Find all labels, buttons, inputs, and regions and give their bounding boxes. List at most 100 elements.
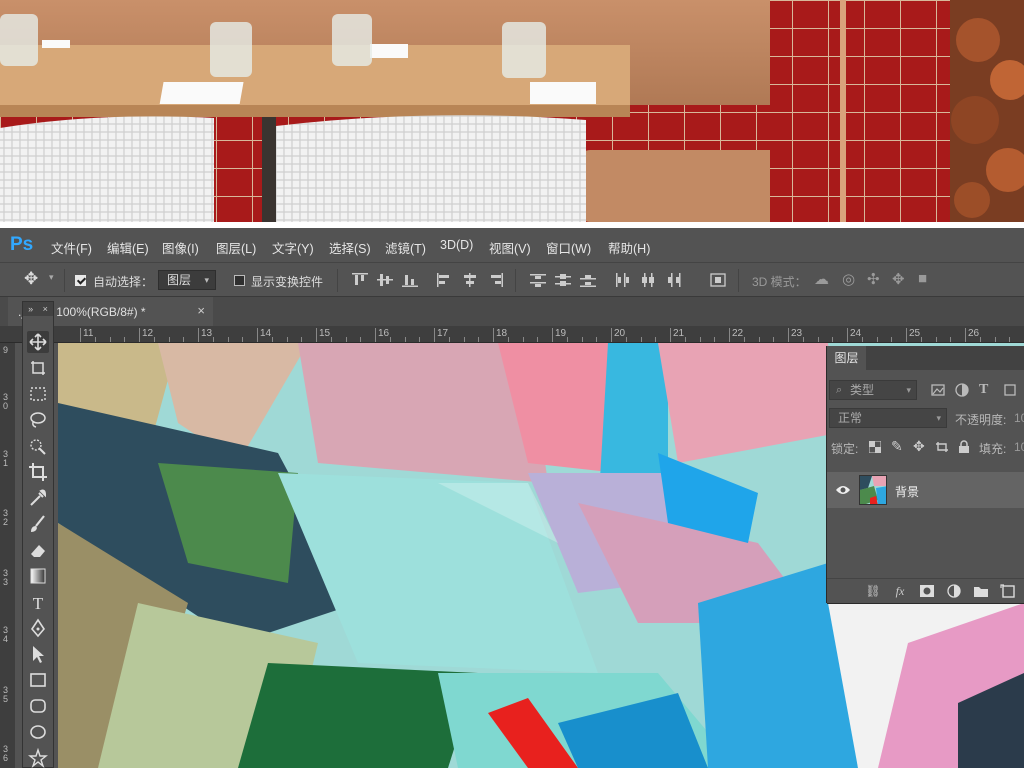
- menu-edit[interactable]: 编辑(E): [107, 238, 149, 257]
- ruler-tick: [183, 337, 185, 342]
- crop-tool-icon[interactable]: [27, 461, 49, 483]
- rectangle-tool-icon[interactable]: [27, 669, 49, 691]
- layer-name[interactable]: 背景: [895, 483, 919, 500]
- auto-align-icon[interactable]: [710, 273, 726, 287]
- restaurant-photo: [0, 0, 1024, 222]
- ruler-tick: [330, 337, 332, 342]
- show-transform-label[interactable]: 显示变换控件: [251, 273, 323, 290]
- ruler-tick: [729, 328, 730, 342]
- menu-window[interactable]: 窗口(W): [546, 238, 591, 257]
- rounded-rectangle-tool-icon[interactable]: [27, 695, 49, 717]
- add-mask-icon[interactable]: [919, 584, 935, 598]
- eraser-tool-icon[interactable]: [27, 539, 49, 561]
- 3d-pan-icon[interactable]: ✣: [867, 270, 880, 288]
- 3d-scale-icon[interactable]: ■: [918, 270, 927, 287]
- fill-value[interactable]: 10: [1014, 440, 1024, 454]
- blend-mode-dropdown[interactable]: 正常 ▾: [829, 408, 947, 428]
- eyedropper-tool-icon[interactable]: [27, 487, 49, 509]
- ruler-tick: [596, 337, 598, 342]
- menu-image[interactable]: 图像(I): [162, 238, 199, 257]
- ruler-tick: [699, 337, 701, 342]
- distribute-right-icon[interactable]: [665, 273, 681, 287]
- align-top-icon[interactable]: [352, 273, 368, 287]
- lock-label: 锁定:: [831, 442, 859, 456]
- distribute-vcenter-icon[interactable]: [555, 273, 571, 287]
- lock-transparent-icon[interactable]: [869, 441, 881, 453]
- ruler-tick: [375, 328, 376, 342]
- ruler-tick: [109, 337, 111, 342]
- distribute-hcenter-icon[interactable]: [640, 273, 656, 287]
- menu-file[interactable]: 文件(F): [51, 238, 92, 257]
- adjustment-layer-icon[interactable]: [946, 584, 962, 598]
- artboard-tool-icon[interactable]: [27, 357, 49, 379]
- auto-select-checkbox[interactable]: [75, 275, 86, 286]
- ruler-tick: [861, 337, 863, 342]
- lock-all-icon[interactable]: [958, 440, 970, 453]
- align-bottom-icon[interactable]: [402, 273, 418, 287]
- menu-type[interactable]: 文字(Y): [272, 238, 314, 257]
- collapse-icon[interactable]: »: [28, 304, 33, 314]
- layer-row[interactable]: 背景: [827, 472, 1024, 508]
- ruler-label: 3 3: [3, 568, 9, 587]
- 3d-slide-icon[interactable]: ✥: [892, 270, 905, 288]
- 3d-roll-icon[interactable]: ◎: [842, 270, 855, 288]
- lasso-tool-icon[interactable]: [27, 409, 49, 431]
- menu-select[interactable]: 选择(S): [329, 238, 371, 257]
- pen-tool-icon[interactable]: [27, 617, 49, 639]
- lock-artboard-icon[interactable]: [935, 441, 949, 453]
- new-group-icon[interactable]: [973, 584, 989, 598]
- svg-text:T: T: [33, 594, 44, 613]
- link-layers-icon[interactable]: ⛓: [865, 584, 881, 598]
- brush-tool-icon[interactable]: [27, 513, 49, 535]
- filter-type-icon[interactable]: T: [979, 382, 988, 398]
- menu-filter[interactable]: 滤镜(T): [385, 238, 426, 257]
- align-hcenter-icon[interactable]: [462, 273, 478, 287]
- menu-layer[interactable]: 图层(L): [216, 238, 256, 257]
- auto-select-target-dropdown[interactable]: 图层 ▾: [158, 270, 216, 290]
- tab-layers[interactable]: 图层: [827, 346, 866, 370]
- type-tool-icon[interactable]: T: [27, 591, 49, 613]
- distribute-left-icon[interactable]: [615, 273, 631, 287]
- auto-select-target-value: 图层: [167, 273, 192, 287]
- move-tool-icon[interactable]: [27, 331, 49, 353]
- filter-adjustment-icon[interactable]: [955, 383, 969, 397]
- ruler-tick: [817, 337, 819, 342]
- options-bar: ✥ ▾ 自动选择： 图层 ▾ 显示变换控件 3D 模式： ☁ ◎ ✣ ✥ ■: [0, 262, 1024, 297]
- gradient-tool-icon[interactable]: [27, 565, 49, 587]
- align-right-icon[interactable]: [487, 273, 503, 287]
- close-icon[interactable]: ×: [197, 303, 205, 318]
- fx-icon[interactable]: fx: [892, 584, 908, 598]
- show-transform-checkbox[interactable]: [234, 275, 245, 286]
- ruler-tick: [360, 337, 362, 342]
- filter-shape-icon[interactable]: [1003, 383, 1017, 397]
- quick-selection-tool-icon[interactable]: [27, 435, 49, 457]
- ruler-tick: [920, 337, 922, 342]
- close-icon[interactable]: ×: [43, 304, 48, 314]
- distribute-bottom-icon[interactable]: [580, 273, 596, 287]
- 3d-orbit-icon[interactable]: ☁: [814, 270, 829, 288]
- ellipse-tool-icon[interactable]: [27, 721, 49, 743]
- menu-3d[interactable]: 3D(D): [440, 238, 473, 252]
- chevron-down-icon[interactable]: ▾: [49, 272, 54, 283]
- layers-panel-footer: ⛓ fx: [827, 578, 1024, 603]
- custom-shape-tool-icon[interactable]: [27, 747, 49, 768]
- lock-pixels-icon[interactable]: ✎: [891, 438, 903, 455]
- ruler-label: 13: [201, 328, 213, 339]
- menu-help[interactable]: 帮助(H): [608, 238, 650, 257]
- layer-filter-dropdown[interactable]: ⌕ 类型 ▾: [829, 380, 917, 400]
- align-left-icon[interactable]: [437, 273, 453, 287]
- menu-view[interactable]: 视图(V): [489, 238, 531, 257]
- path-selection-tool-icon[interactable]: [27, 643, 49, 665]
- ruler-label: 3 0: [3, 392, 9, 411]
- move-tool-icon[interactable]: ✥: [24, 269, 38, 289]
- filter-pixel-icon[interactable]: [931, 384, 945, 396]
- visibility-eye-icon[interactable]: [835, 484, 851, 496]
- tools-panel: » × T: [22, 301, 54, 768]
- layer-filter-value: 类型: [850, 383, 875, 397]
- distribute-top-icon[interactable]: [530, 273, 546, 287]
- new-layer-icon[interactable]: [1000, 584, 1016, 598]
- align-vcenter-icon[interactable]: [377, 273, 393, 287]
- opacity-value[interactable]: 10: [1014, 411, 1024, 425]
- marquee-tool-icon[interactable]: [27, 383, 49, 405]
- lock-position-icon[interactable]: ✥: [913, 438, 925, 455]
